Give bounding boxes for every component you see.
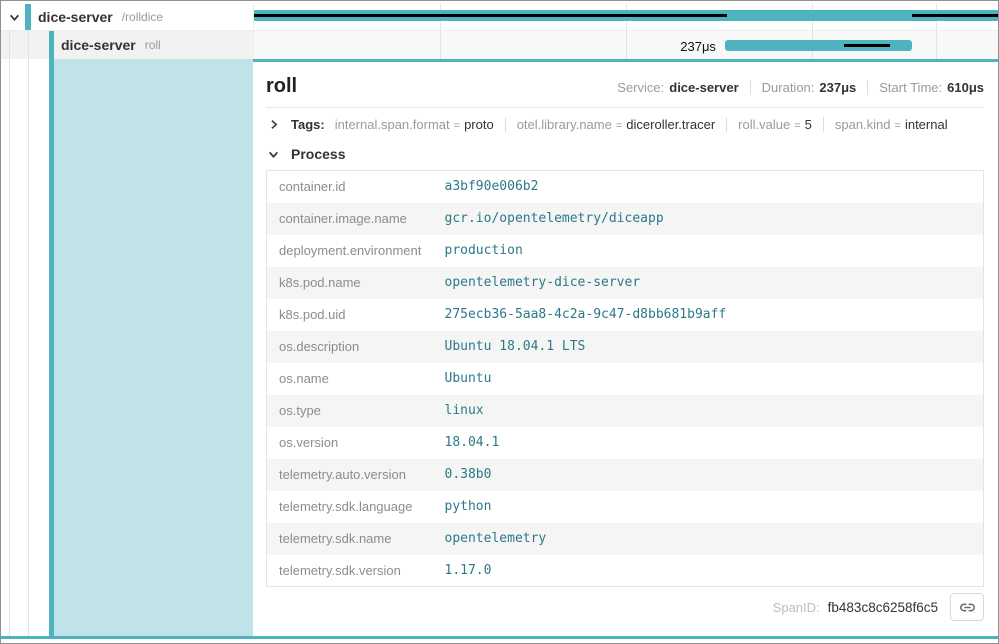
critical-path-segment xyxy=(912,14,998,17)
operation-name: roll xyxy=(145,38,161,52)
summary-start-time: Start Time: 610μs xyxy=(867,80,984,95)
process-accordion[interactable]: Process xyxy=(266,137,984,170)
critical-path-segment xyxy=(844,44,890,47)
summary-service: Service: dice-server xyxy=(617,80,738,95)
span-summary: Service: dice-server Duration: 237μs Sta… xyxy=(617,80,984,95)
span-row-roll-selected[interactable]: dice-server roll 237μs xyxy=(1,31,998,59)
trace-timeline: dice-server /rolldice dice-server xyxy=(1,1,998,59)
chevron-right-icon[interactable] xyxy=(266,118,280,132)
table-row: telemetry.auto.version0.38b0 xyxy=(267,459,984,491)
critical-path-segment xyxy=(254,14,727,17)
chevron-down-icon[interactable] xyxy=(266,147,280,161)
operation-name: /rolldice xyxy=(122,10,163,24)
table-row: os.version18.04.1 xyxy=(267,427,984,459)
span-operation-title: roll xyxy=(266,75,297,98)
table-row: container.image.namegcr.io/opentelemetry… xyxy=(267,203,984,235)
span-detail-row: roll Service: dice-server Duration: 237μ… xyxy=(1,59,998,636)
table-row: os.descriptionUbuntu 18.04.1 LTS xyxy=(267,331,984,363)
table-row: container.ida3bf90e006b2 xyxy=(267,171,984,203)
span-timeline-cell xyxy=(253,4,998,30)
table-row: telemetry.sdk.nameopentelemetry xyxy=(267,523,984,555)
tree-gutter xyxy=(1,59,49,636)
tag-span-kind: span.kind = internal xyxy=(823,117,948,132)
process-key-value-table: container.ida3bf90e006b2 container.image… xyxy=(266,170,984,587)
span-detail-tint-backdrop xyxy=(54,59,253,636)
tags-accordion[interactable]: Tags: internal.span.format = proto otel.… xyxy=(266,108,984,137)
table-row: telemetry.sdk.languagepython xyxy=(267,491,984,523)
table-row: k8s.pod.uid275ecb36-5aa8-4c2a-9c47-d8bb6… xyxy=(267,299,984,331)
spanid-value: fb483c8c6258f6c5 xyxy=(828,600,938,615)
tags-header-label: Tags: xyxy=(291,117,325,132)
tag-internal-span-format: internal.span.format = proto xyxy=(335,117,494,132)
tag-roll-value: roll.value = 5 xyxy=(726,117,812,132)
span-row-rolldice[interactable]: dice-server /rolldice xyxy=(1,4,998,31)
grid-line xyxy=(936,31,937,59)
indent-guide xyxy=(28,31,29,59)
tag-otel-library-name: otel.library.name = diceroller.tracer xyxy=(505,117,715,132)
link-icon xyxy=(959,599,976,616)
service-name: dice-server xyxy=(61,37,136,53)
table-row: telemetry.sdk.version1.17.0 xyxy=(267,555,984,587)
table-row: os.typelinux xyxy=(267,395,984,427)
indent-guide xyxy=(9,31,10,59)
span-bar-roll[interactable] xyxy=(725,40,912,51)
detail-row-bottom-border xyxy=(1,636,998,639)
table-row: k8s.pod.nameopentelemetry-dice-server xyxy=(267,267,984,299)
jaeger-trace-detail-view: dice-server /rolldice dice-server xyxy=(0,0,999,644)
table-row: deployment.environmentproduction xyxy=(267,235,984,267)
span-detail-panel: roll Service: dice-server Duration: 237μ… xyxy=(253,59,998,636)
indent-guide xyxy=(9,59,10,636)
span-detail-footer: SpanID: fb483c8c6258f6c5 xyxy=(266,587,984,627)
span-color-bar xyxy=(49,31,54,59)
span-name-column[interactable]: dice-server roll xyxy=(1,31,253,59)
summary-duration: Duration: 237μs xyxy=(750,80,857,95)
chevron-down-icon[interactable] xyxy=(7,10,21,24)
service-name: dice-server xyxy=(38,9,113,25)
span-color-bar xyxy=(25,4,31,30)
span-timeline-cell: 237μs xyxy=(253,31,998,59)
indent-guide xyxy=(28,59,29,636)
span-detail-header: roll Service: dice-server Duration: 237μ… xyxy=(266,62,984,108)
table-row: os.nameUbuntu xyxy=(267,363,984,395)
process-header-label: Process xyxy=(291,146,345,162)
spanid-label: SpanID: xyxy=(773,600,820,615)
span-name-column[interactable]: dice-server /rolldice xyxy=(1,4,253,30)
copy-link-button[interactable] xyxy=(950,593,984,621)
span-bar-rolldice[interactable] xyxy=(254,10,998,21)
span-duration-label: 237μs xyxy=(254,39,716,54)
